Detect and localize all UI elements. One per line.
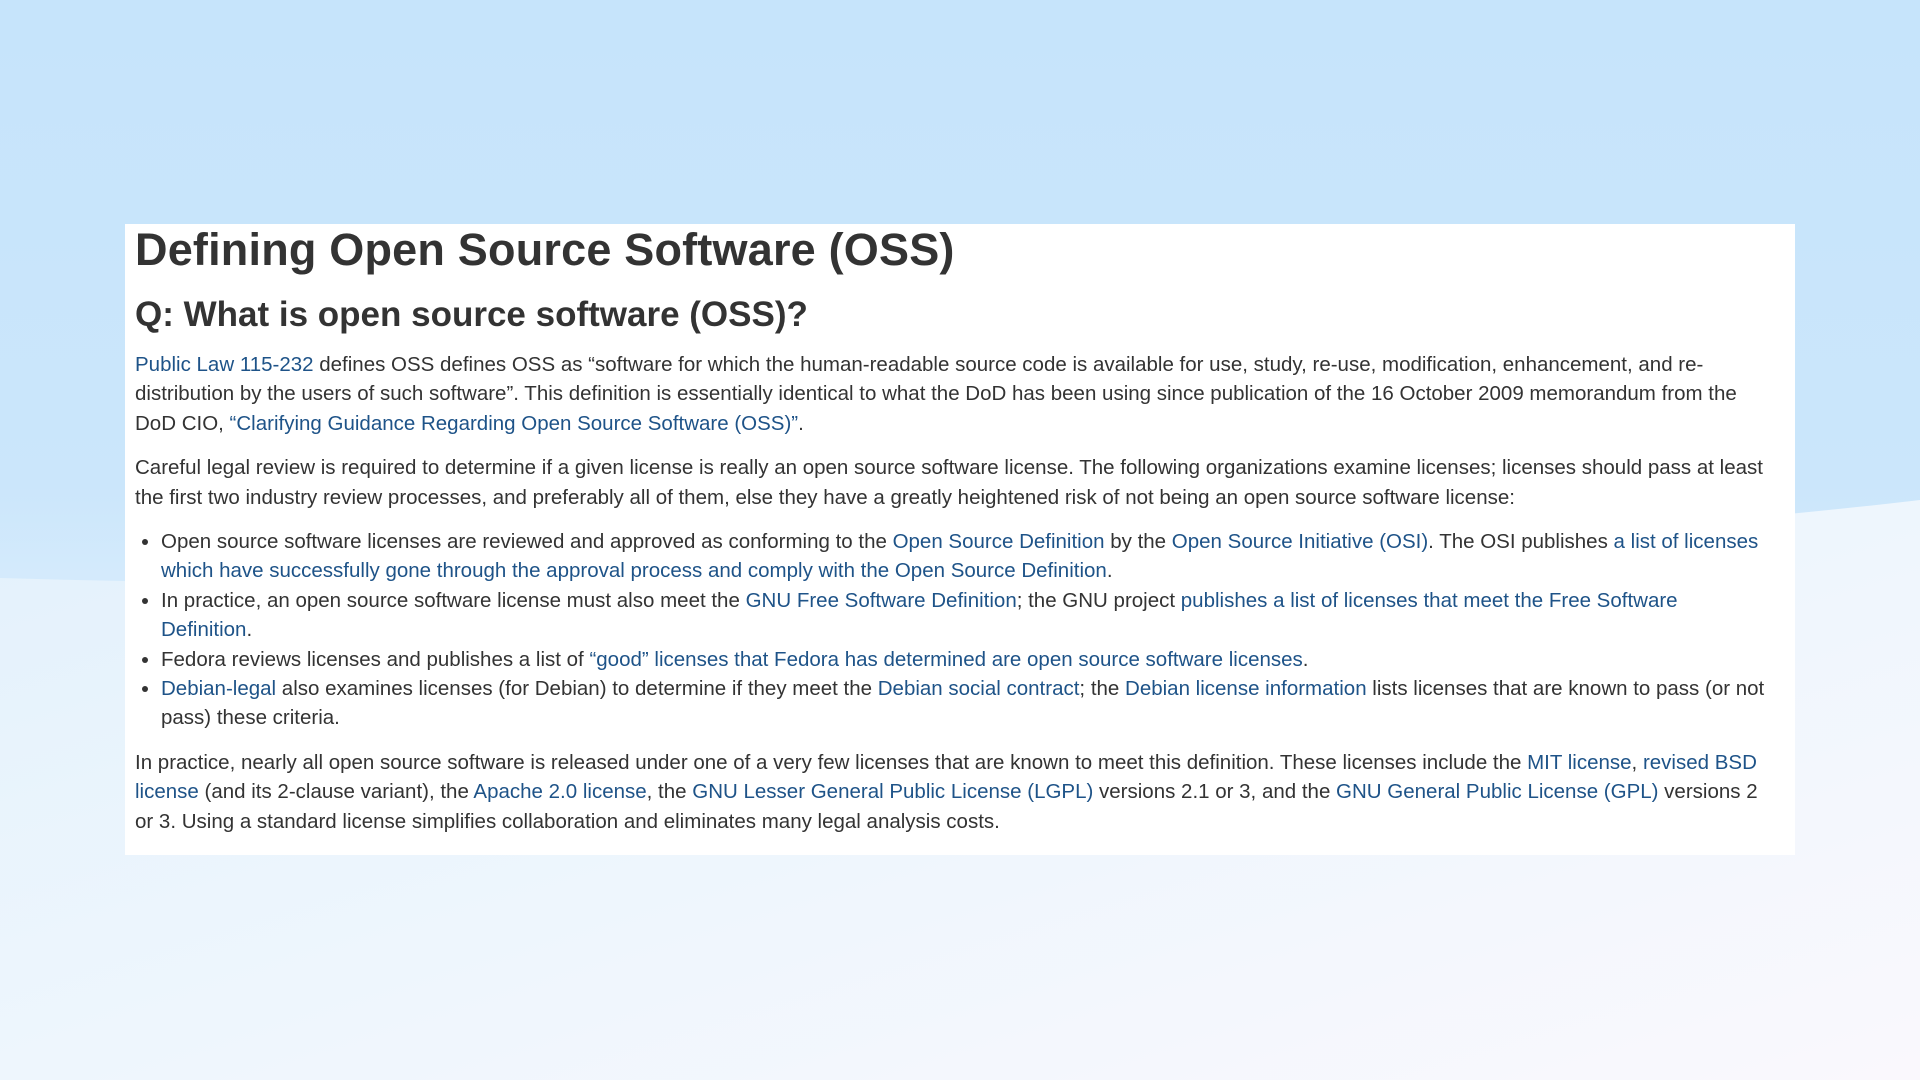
debian-legal-link[interactable]: Debian-legal bbox=[161, 677, 276, 700]
osi-text-4: . bbox=[1106, 559, 1113, 583]
osi-link[interactable]: Open Source Initiative (OSI) bbox=[1172, 530, 1428, 553]
review-paragraph: Careful legal review is required to dete… bbox=[135, 456, 1763, 509]
debian-text-1: also examines licenses (for Debian) to d… bbox=[276, 677, 878, 701]
gnu-text-1: In practice, an open source software lic… bbox=[161, 588, 746, 612]
gnu-text-2: ; the GNU project bbox=[1016, 588, 1181, 612]
organization-list: Open source software licenses are review… bbox=[135, 527, 1767, 733]
fedora-text-2: . bbox=[1302, 647, 1309, 671]
lgpl-link[interactable]: GNU Lesser General Public License (LGPL) bbox=[692, 780, 1093, 803]
fedora-good-licenses-link[interactable]: “good” licenses that Fedora has determin… bbox=[589, 648, 1302, 671]
osi-text-2: by the bbox=[1104, 530, 1172, 554]
debian-social-contract-link[interactable]: Debian social contract bbox=[878, 677, 1080, 700]
intro-text-2: . bbox=[798, 411, 804, 435]
fedora-text-1: Fedora reviews licenses and publishes a … bbox=[161, 647, 590, 671]
open-source-definition-link[interactable]: Open Source Definition bbox=[893, 530, 1105, 553]
debian-license-information-link[interactable]: Debian license information bbox=[1125, 677, 1367, 700]
gnu-free-software-definition-link[interactable]: GNU Free Software Definition bbox=[746, 589, 1017, 612]
practice-text-2: , bbox=[1631, 750, 1643, 774]
list-item-fedora: Fedora reviews licenses and publishes a … bbox=[161, 645, 1767, 674]
mit-license-link[interactable]: MIT license bbox=[1527, 751, 1631, 774]
practice-text-1: In practice, nearly all open source soft… bbox=[135, 750, 1528, 774]
practice-paragraph: In practice, nearly all open source soft… bbox=[135, 748, 1767, 836]
page-title: Defining Open Source Software (OSS) bbox=[135, 224, 955, 275]
public-law-link[interactable]: Public Law 115-232 bbox=[135, 353, 314, 376]
practice-text-4: , the bbox=[646, 780, 693, 804]
gpl-link[interactable]: GNU General Public License (GPL) bbox=[1336, 780, 1658, 803]
intro-paragraph: Public Law 115-232 defines OSS defines O… bbox=[135, 350, 1767, 438]
practice-text-5: versions 2.1 or 3, and the bbox=[1093, 780, 1337, 804]
apache-license-link[interactable]: Apache 2.0 license bbox=[473, 780, 646, 803]
osi-text-1: Open source software licenses are review… bbox=[161, 530, 893, 554]
clarifying-guidance-link[interactable]: “Clarifying Guidance Regarding Open Sour… bbox=[230, 412, 799, 435]
list-item-gnu: In practice, an open source software lic… bbox=[161, 586, 1767, 645]
gnu-text-3: . bbox=[246, 618, 253, 642]
practice-text-3: (and its 2-clause variant), the bbox=[198, 780, 474, 804]
content-card: Defining Open Source Software (OSS) Q: W… bbox=[125, 224, 1795, 855]
question-heading: Q: What is open source software (OSS)? bbox=[135, 295, 808, 334]
osi-text-3: . The OSI publishes bbox=[1428, 530, 1614, 554]
debian-text-2: ; the bbox=[1079, 677, 1126, 701]
list-item-debian: Debian-legal also examines licenses (for… bbox=[161, 674, 1767, 733]
list-item-osi: Open source software licenses are review… bbox=[161, 527, 1767, 586]
